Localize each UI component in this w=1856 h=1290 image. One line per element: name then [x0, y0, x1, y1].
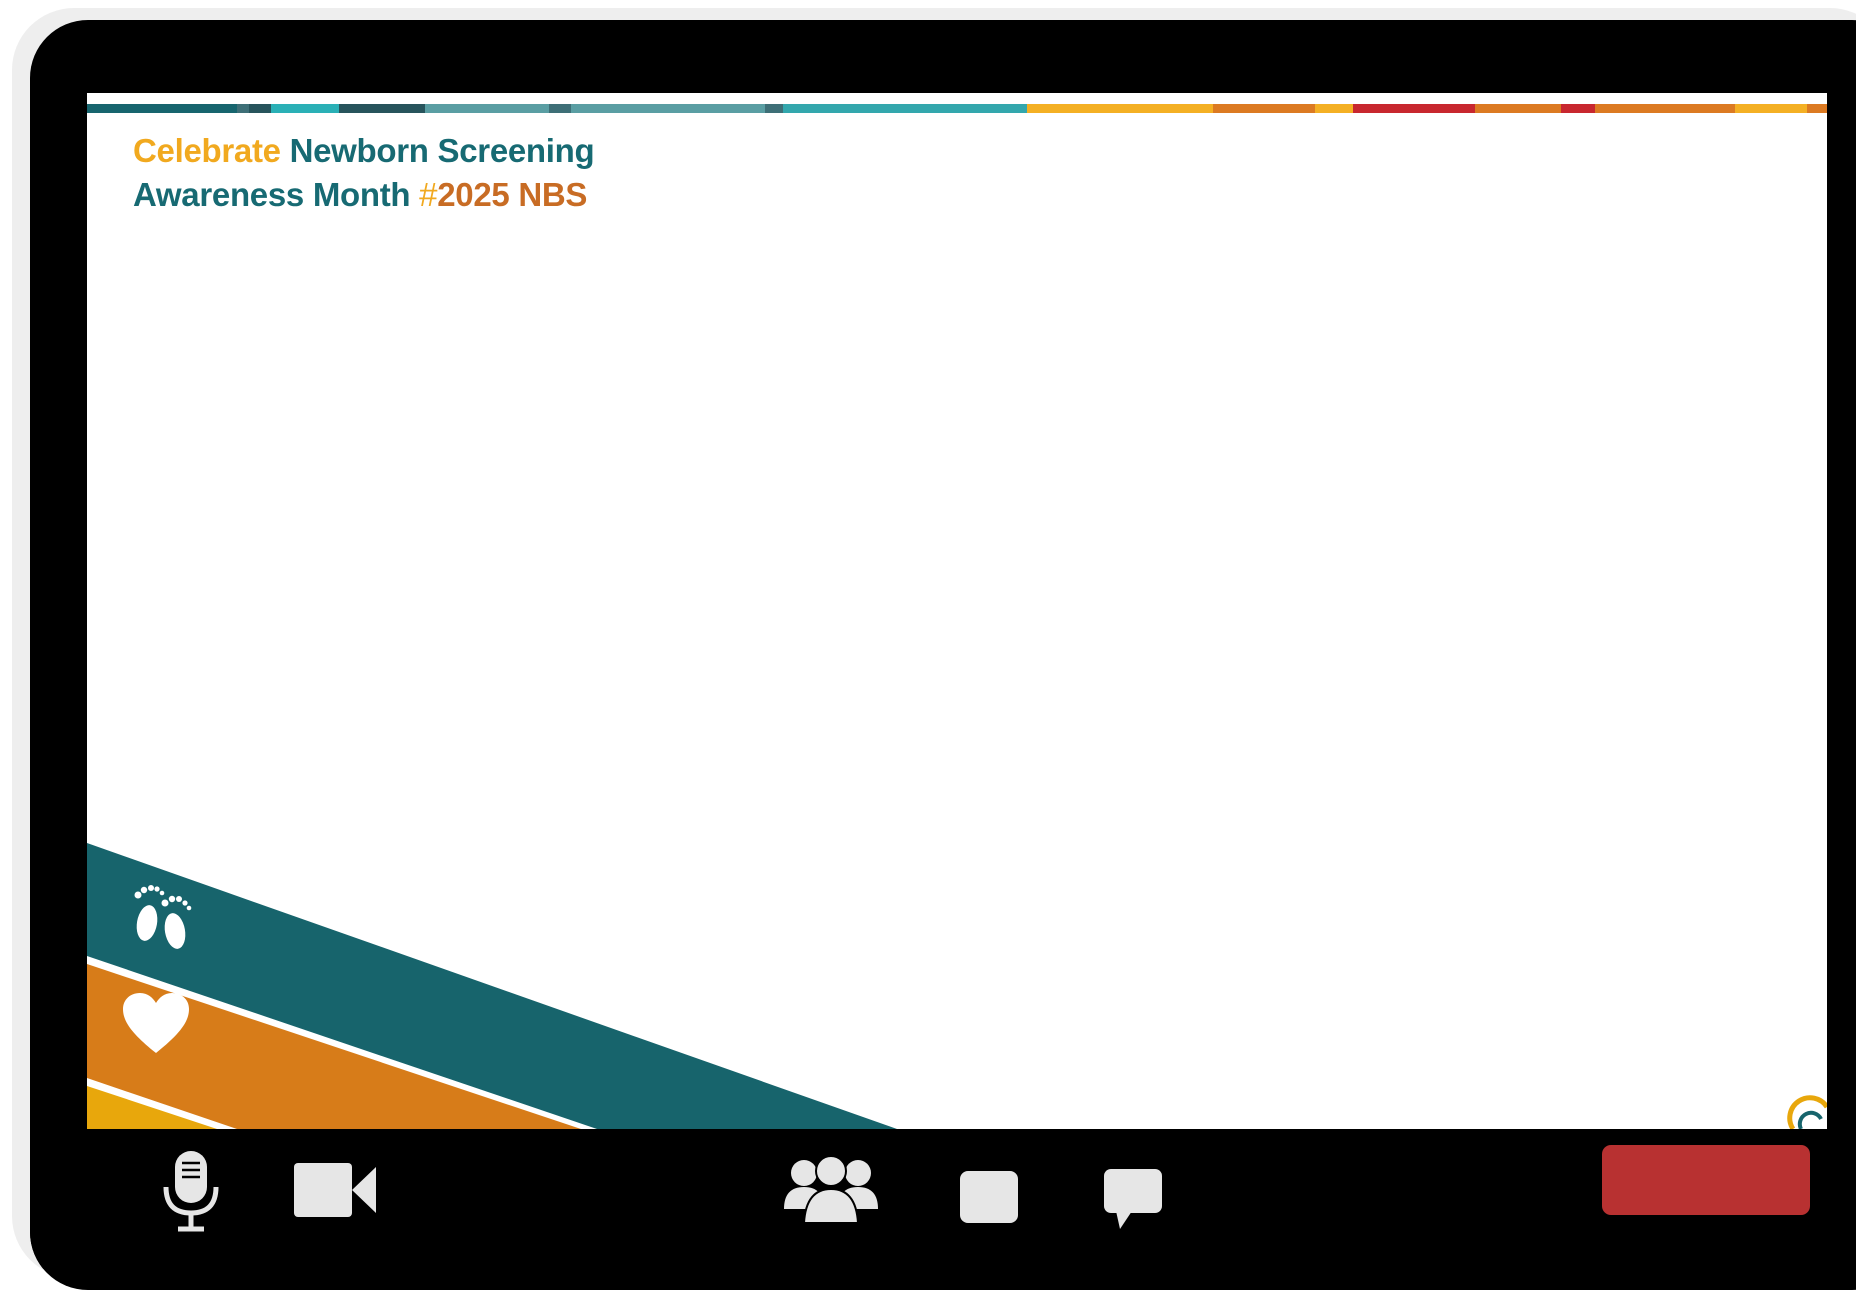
- footprints-icon: [134, 885, 192, 949]
- diagonal-bands: [87, 843, 897, 1129]
- meeting-toolbar: [30, 1129, 1856, 1269]
- device-frame: Celebrate Newborn Screening Awareness Mo…: [12, 8, 1856, 1290]
- mic-icon[interactable]: [160, 1149, 222, 1233]
- share-screen-icon[interactable]: [958, 1169, 1020, 1225]
- shared-slide: Celebrate Newborn Screening Awareness Mo…: [87, 93, 1827, 1129]
- heart-icon: [123, 993, 189, 1053]
- logo-mark: [1787, 1095, 1827, 1129]
- participants-icon[interactable]: [784, 1157, 878, 1223]
- leave-button[interactable]: [1602, 1145, 1810, 1215]
- camera-icon[interactable]: [294, 1161, 376, 1219]
- chat-icon[interactable]: [1102, 1167, 1164, 1231]
- device-screen: Celebrate Newborn Screening Awareness Mo…: [30, 20, 1856, 1290]
